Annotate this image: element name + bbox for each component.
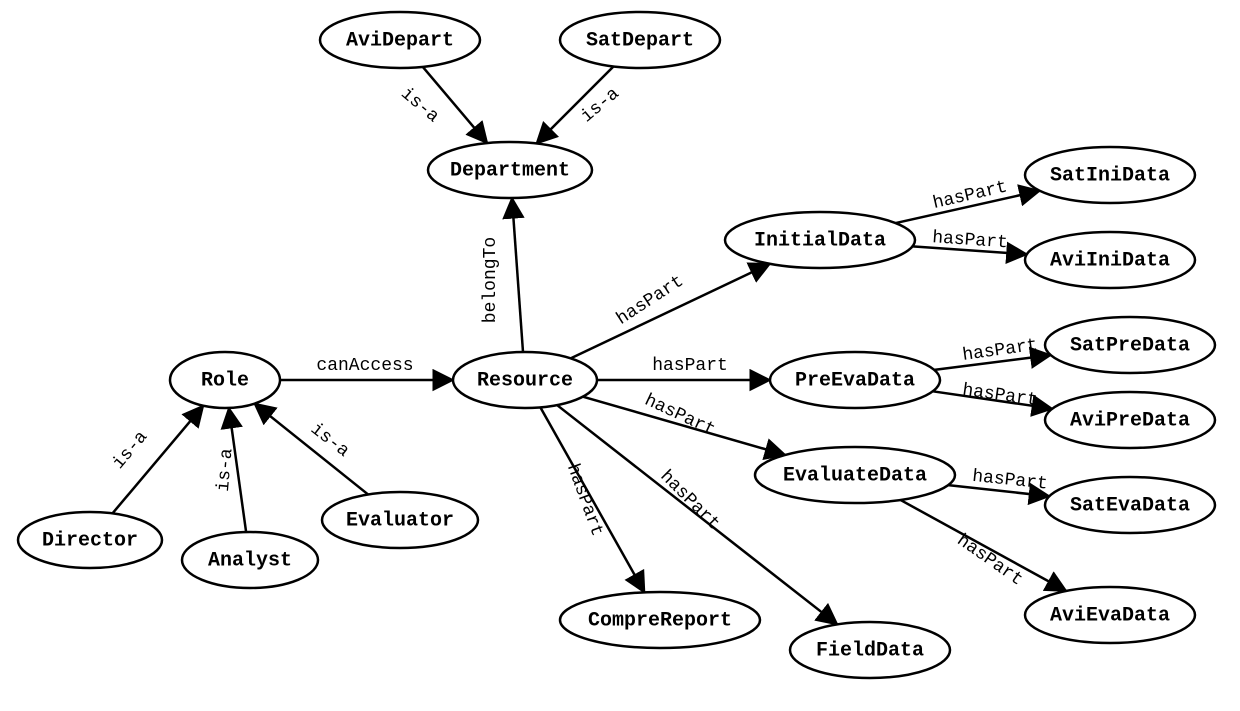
node-label: Director [42, 529, 138, 552]
node-label: CompreReport [588, 609, 732, 632]
node-Role: Role [170, 352, 280, 408]
node-label: Analyst [208, 549, 292, 572]
node-label: FieldData [816, 639, 924, 662]
node-label: SatDepart [586, 29, 694, 52]
node-label: SatIniData [1050, 164, 1170, 187]
node-AviEvaData: AviEvaData [1025, 587, 1195, 643]
edge-label: is-a [578, 84, 624, 127]
node-Director: Director [18, 512, 162, 568]
node-AviDepart: AviDepart [320, 12, 480, 68]
node-label: SatEvaData [1070, 494, 1190, 517]
edge-label: hasPart [931, 177, 1009, 213]
edge-label: hasPart [971, 467, 1048, 495]
edge-label: is-a [214, 447, 238, 492]
node-CompreReport: CompreReport [560, 592, 760, 648]
node-label: EvaluateData [783, 464, 927, 487]
node-AviPreData: AviPreData [1045, 392, 1215, 448]
edge-label: hasPart [656, 467, 724, 535]
node-PreEvaData: PreEvaData [770, 352, 940, 408]
edge-label: hasPart [562, 461, 607, 539]
node-label: AviDepart [346, 29, 454, 52]
node-label: Role [201, 369, 249, 392]
node-label: AviPreData [1070, 409, 1190, 432]
node-label: AviIniData [1050, 249, 1170, 272]
edge-label: belongTo [481, 237, 501, 323]
node-label: Resource [477, 369, 573, 392]
edge-label: is-a [109, 427, 152, 473]
node-label: SatPreData [1070, 334, 1190, 357]
node-Department: Department [428, 142, 592, 198]
node-AviIniData: AviIniData [1025, 232, 1195, 288]
node-InitialData: InitialData [725, 212, 915, 268]
edge-Resource-Department [512, 198, 523, 352]
edge-Evaluator-Role [255, 404, 369, 495]
ontology-diagram: is-a is-a belongTo canAccess is-a is-a is-a has… [0, 0, 1240, 711]
node-Resource: Resource [453, 352, 597, 408]
node-Evaluator: Evaluator [322, 492, 478, 548]
node-Analyst: Analyst [182, 532, 318, 588]
node-FieldData: FieldData [790, 622, 950, 678]
edge-label: is-a [397, 84, 443, 127]
node-label: InitialData [754, 229, 886, 252]
node-label: Department [450, 159, 570, 182]
edge-label: canAccess [316, 356, 413, 376]
node-label: Evaluator [346, 509, 454, 532]
edge-label: hasPart [961, 381, 1039, 411]
node-SatPreData: SatPreData [1045, 317, 1215, 373]
node-SatIniData: SatIniData [1025, 147, 1195, 203]
node-SatDepart: SatDepart [560, 12, 720, 68]
edge-label: hasPart [953, 531, 1026, 591]
edge-label: is-a [306, 419, 353, 461]
edge-label: hasPart [652, 356, 728, 376]
node-SatEvaData: SatEvaData [1045, 477, 1215, 533]
node-EvaluateData: EvaluateData [755, 447, 955, 503]
node-label: PreEvaData [795, 369, 915, 392]
node-label: AviEvaData [1050, 604, 1170, 627]
